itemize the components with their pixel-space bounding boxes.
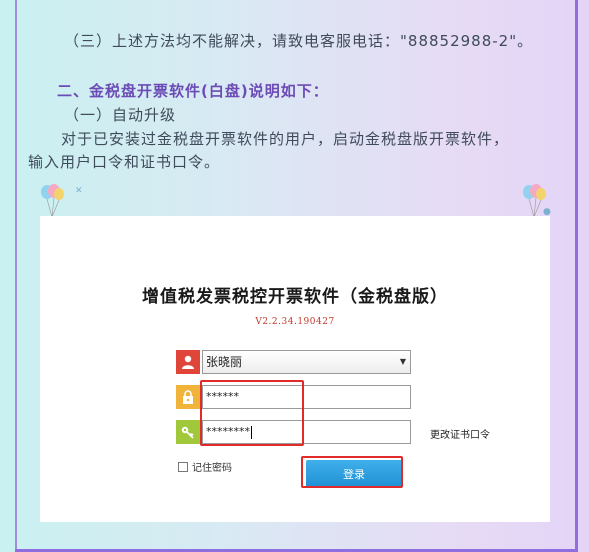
version-label: V2.2.34.190427 [255, 317, 335, 327]
chevron-down-icon[interactable]: ▼ [400, 351, 406, 373]
lock-icon [176, 385, 200, 409]
section-heading: 二、金税盘开票软件(白盘)说明如下： [57, 82, 329, 100]
remember-password-checkbox[interactable] [178, 461, 188, 472]
paragraph-instructions-line1: 对于已安装过金税盘开票软件的用户，启动金税盘版开票软件， [61, 130, 510, 148]
highlight-box-passwords [200, 380, 304, 446]
remember-password-label: 记住密码 [192, 463, 232, 474]
highlight-box-login [301, 456, 403, 488]
balloon-icon [41, 184, 64, 218]
change-cert-password-link[interactable]: 更改证书口令 [430, 426, 490, 441]
remember-password[interactable]: 记住密码 [178, 459, 232, 474]
key-icon [176, 420, 200, 444]
paragraph-contact: （三）上述方法均不能解决，请致电客服电话："88852988-2"。 [64, 32, 534, 50]
user-select-value: 张晓丽 [206, 355, 243, 369]
user-select[interactable]: 张晓丽 ▼ [202, 350, 411, 374]
user-icon [176, 350, 200, 374]
sparkle-icon: ✕ [75, 186, 83, 196]
paragraph-instructions-line2: 输入用户口令和证书口令。 [28, 153, 221, 171]
page-frame-right [575, 0, 578, 552]
login-window: 增值税发票税控开票软件（金税盘版） V2.2.34.190427 张晓丽 ▼ *… [40, 216, 550, 522]
app-title: 增值税发票税控开票软件（金税盘版） [142, 287, 448, 307]
page-frame-left [15, 0, 17, 552]
subheading-auto-upgrade: （一）自动升级 [64, 106, 177, 124]
